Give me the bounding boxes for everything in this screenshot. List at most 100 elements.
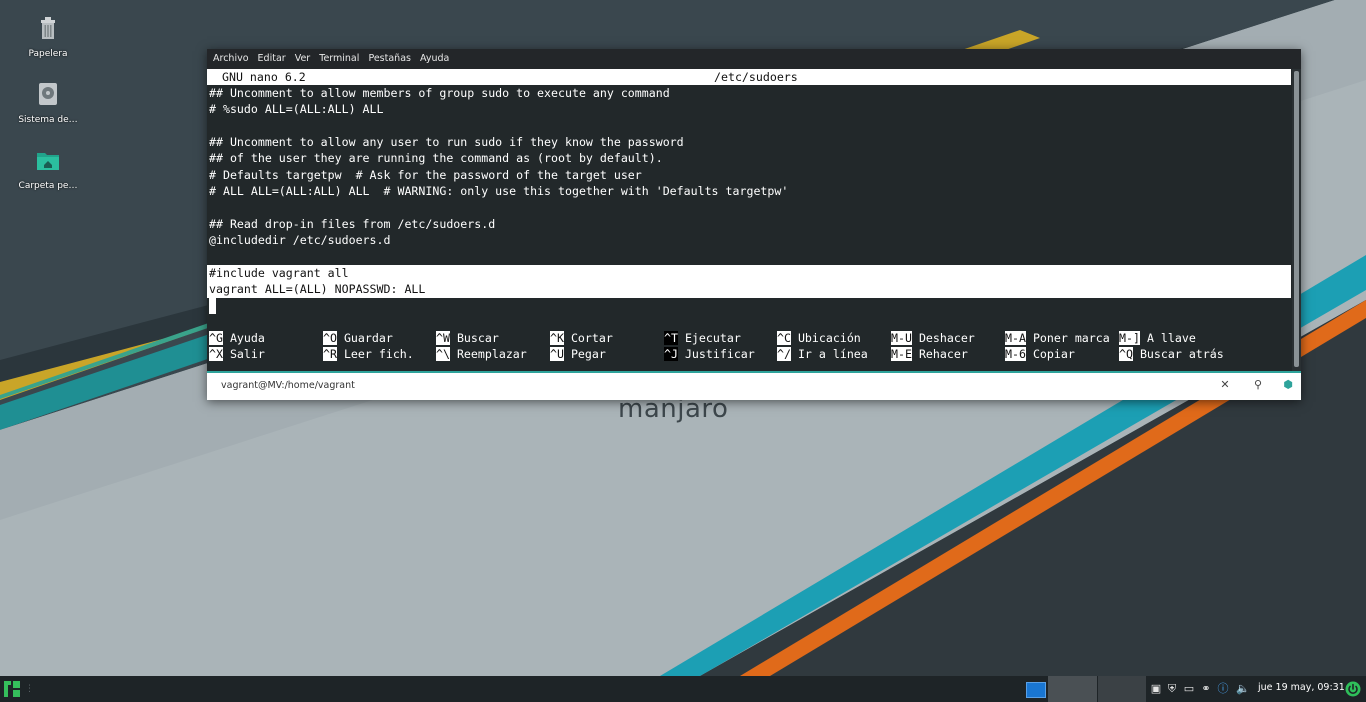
shortcut-exit[interactable]: ^X Salir — [209, 346, 265, 362]
home-folder-icon — [37, 153, 59, 170]
shortcut-key: ^G — [209, 331, 223, 345]
nano-editor[interactable]: GNU nano 6.2 /etc/sudoers ## Uncomment t… — [207, 69, 1291, 371]
desktop-icon-filesystem[interactable]: Sistema de… — [8, 80, 88, 140]
nano-titlebar: GNU nano 6.2 /etc/sudoers — [207, 69, 1291, 85]
panel-clock[interactable]: jue 19 may, 09:31 — [1258, 682, 1345, 693]
shortcut-label: Rehacer — [918, 347, 968, 361]
menu-terminal[interactable]: Terminal — [319, 49, 359, 69]
shortcut-execute[interactable]: ^T Ejecutar — [664, 330, 741, 346]
menu-ayuda[interactable]: Ayuda — [420, 49, 449, 69]
shortcut-label: Guardar — [343, 331, 393, 345]
power-icon[interactable] — [1345, 681, 1361, 697]
editor-line: # Defaults targetpw # Ask for the passwo… — [209, 168, 642, 182]
shortcut-label: Ir a línea — [797, 347, 868, 361]
desktop-icon-label: Papelera — [28, 49, 68, 59]
manjaro-menu-icon[interactable] — [2, 679, 22, 699]
shortcut-label: Salir — [229, 347, 265, 361]
shortcut-search[interactable]: ^W Buscar — [436, 330, 499, 346]
display-icon[interactable]: ▭ — [1182, 682, 1196, 696]
menu-archivo[interactable]: Archivo — [213, 49, 249, 69]
shortcut-label: Deshacer — [918, 331, 975, 345]
close-icon[interactable]: ✕ — [1218, 378, 1232, 392]
shortcut-label: Buscar — [456, 331, 499, 345]
shortcut-label: Justificar — [684, 347, 755, 361]
paperclip-icon[interactable]: ⚭ — [1199, 682, 1213, 696]
menu-pestanas[interactable]: Pestañas — [368, 49, 411, 69]
shortcut-key: M-] — [1119, 331, 1140, 345]
shortcut-key: ^Q — [1119, 347, 1133, 361]
shortcut-key: ^K — [550, 331, 564, 345]
shortcut-search-back[interactable]: ^Q Buscar atrás — [1119, 346, 1224, 362]
shortcut-read-file[interactable]: ^R Leer fich. — [323, 346, 414, 362]
terminal-tray-icon[interactable]: ▣ — [1149, 682, 1163, 696]
shortcut-label: Reemplazar — [456, 347, 527, 361]
shortcut-help[interactable]: ^G Ayuda — [209, 330, 265, 346]
shortcut-justify[interactable]: ^J Justificar — [664, 346, 755, 362]
shortcut-label: Cortar — [570, 331, 613, 345]
shortcut-label: Buscar atrás — [1139, 347, 1224, 361]
shortcut-cut[interactable]: ^K Cortar — [550, 330, 613, 346]
workspace-1[interactable] — [1022, 676, 1048, 702]
shortcut-label: A llave — [1146, 331, 1196, 345]
shortcut-save[interactable]: ^O Guardar — [323, 330, 393, 346]
package-icon[interactable]: ⬢ — [1281, 378, 1295, 392]
editor-line: ## Uncomment to allow any user to run su… — [209, 135, 684, 149]
working-directory: vagrant@MV:/home/vagrant — [221, 380, 355, 391]
terminal-menubar: Archivo Editar Ver Terminal Pestañas Ayu… — [207, 49, 1301, 69]
editor-line-selected: vagrant ALL=(ALL) NOPASSWD: ALL — [209, 282, 426, 296]
drive-icon — [39, 83, 57, 105]
editor-line: # %sudo ALL=(ALL:ALL) ALL — [209, 102, 384, 116]
shortcut-key: ^W — [436, 331, 450, 345]
shortcut-key: M-U — [891, 331, 912, 345]
shortcut-goto-line[interactable]: ^/ Ir a línea — [777, 346, 868, 362]
menu-ver[interactable]: Ver — [295, 49, 311, 69]
text-cursor — [209, 298, 216, 314]
shortcut-key: M-A — [1005, 331, 1026, 345]
shortcut-copy[interactable]: M-6 Copiar — [1005, 346, 1075, 362]
desktop-icon-trash[interactable]: Papelera — [8, 14, 88, 74]
editor-line: ## Read drop-in files from /etc/sudoers.… — [209, 217, 496, 231]
shortcut-key: ^J — [664, 347, 678, 361]
shield-icon[interactable]: ⛨ — [1165, 682, 1179, 696]
shortcut-key: ^R — [323, 347, 337, 361]
workspace-2[interactable] — [1048, 676, 1097, 702]
terminal-body[interactable]: GNU nano 6.2 /etc/sudoers ## Uncomment t… — [207, 69, 1301, 371]
scrollbar-thumb[interactable] — [1294, 71, 1299, 367]
shortcut-label: Ubicación — [797, 331, 861, 345]
taskbar: ⋮ ▣ ⛨ ▭ ⚭ ⓘ 🔈 jue 19 may, 09:31 — [0, 676, 1366, 702]
terminal-window[interactable]: Archivo Editar Ver Terminal Pestañas Ayu… — [207, 49, 1301, 400]
editor-line-selected: #include vagrant all — [209, 266, 349, 280]
editor-line: @includedir /etc/sudoers.d — [209, 233, 391, 247]
desktop-icon-home[interactable]: Carpeta pe… — [8, 146, 88, 206]
shortcut-key: ^T — [664, 331, 678, 345]
shortcut-set-mark[interactable]: M-A Poner marca — [1005, 330, 1110, 346]
shortcut-paste[interactable]: ^U Pegar — [550, 346, 606, 362]
window-thumbnail — [1026, 682, 1046, 698]
panel-grip-icon: ⋮ — [25, 684, 34, 694]
shortcut-key: ^U — [550, 347, 564, 361]
shortcut-redo[interactable]: M-E Rehacer — [891, 346, 968, 362]
shortcut-key: ^X — [209, 347, 223, 361]
info-icon[interactable]: ⓘ — [1216, 682, 1230, 696]
desktop-icon-label: Sistema de… — [18, 115, 78, 125]
shortcut-location[interactable]: ^C Ubicación — [777, 330, 861, 346]
nano-filename: /etc/sudoers — [714, 70, 798, 84]
terminal-scrollbar[interactable] — [1292, 69, 1301, 371]
editor-line: ## Uncomment to allow members of group s… — [209, 86, 670, 100]
shortcut-label: Poner marca — [1032, 331, 1110, 345]
shortcut-label: Pegar — [570, 347, 606, 361]
usb-icon[interactable]: ⚲ — [1251, 378, 1265, 392]
shortcut-key: M-6 — [1005, 347, 1026, 361]
shortcut-label: Copiar — [1032, 347, 1075, 361]
shortcut-bracket[interactable]: M-] A llave — [1119, 330, 1196, 346]
shortcut-replace[interactable]: ^\ Reemplazar — [436, 346, 527, 362]
shortcut-label: Ejecutar — [684, 331, 741, 345]
nano-version: GNU nano 6.2 — [222, 70, 306, 84]
volume-icon[interactable]: 🔈 — [1236, 682, 1250, 696]
shortcut-undo[interactable]: M-U Deshacer — [891, 330, 975, 346]
workspace-3[interactable] — [1098, 676, 1146, 702]
shortcut-key: M-E — [891, 347, 912, 361]
shortcut-label: Ayuda — [229, 331, 265, 345]
trash-icon — [41, 17, 55, 39]
menu-editar[interactable]: Editar — [258, 49, 286, 69]
